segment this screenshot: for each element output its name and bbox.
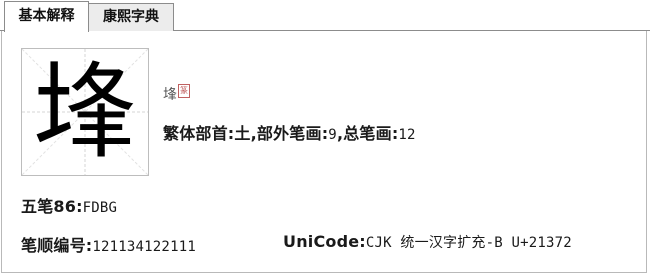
unicode-value: CJK 统一汉字扩充-B U+21372: [365, 235, 572, 251]
radical-info: 繁体部首:土,部外笔画:9,总笔画:12: [163, 120, 416, 144]
tab-bar: 基本解释 康熙字典: [0, 0, 650, 32]
radical-value: 土: [234, 124, 251, 143]
unicode-label: UniCode:: [283, 232, 366, 251]
small-character: 埄: [163, 87, 177, 103]
stroke-order-info: 笔顺编号:121134122111: [21, 232, 196, 256]
other-strokes-label: ,部外笔画:: [250, 124, 329, 143]
wubi-value: FDBG: [82, 200, 118, 216]
large-character: 埄: [32, 51, 137, 173]
radical-label: 繁体部首:: [163, 124, 235, 143]
wubi-info: 五笔86:FDBG: [21, 193, 117, 217]
unicode-info: UniCode:CJK 统一汉字扩充-B U+21372: [283, 232, 572, 252]
total-strokes-label: ,总笔画:: [336, 124, 399, 143]
stroke-order-label: 笔顺编号:: [21, 236, 93, 255]
stroke-order-value: 121134122111: [92, 239, 196, 255]
tab-basic-explanation[interactable]: 基本解释: [4, 1, 89, 32]
wubi-label: 五笔86:: [21, 197, 83, 216]
other-strokes-value: 9: [328, 127, 337, 143]
character-display-box: 埄: [21, 48, 149, 176]
tab-kangxi-dictionary[interactable]: 康熙字典: [88, 3, 174, 31]
seal-script-icon[interactable]: 篆: [178, 84, 190, 98]
total-strokes-value: 12: [398, 127, 416, 143]
